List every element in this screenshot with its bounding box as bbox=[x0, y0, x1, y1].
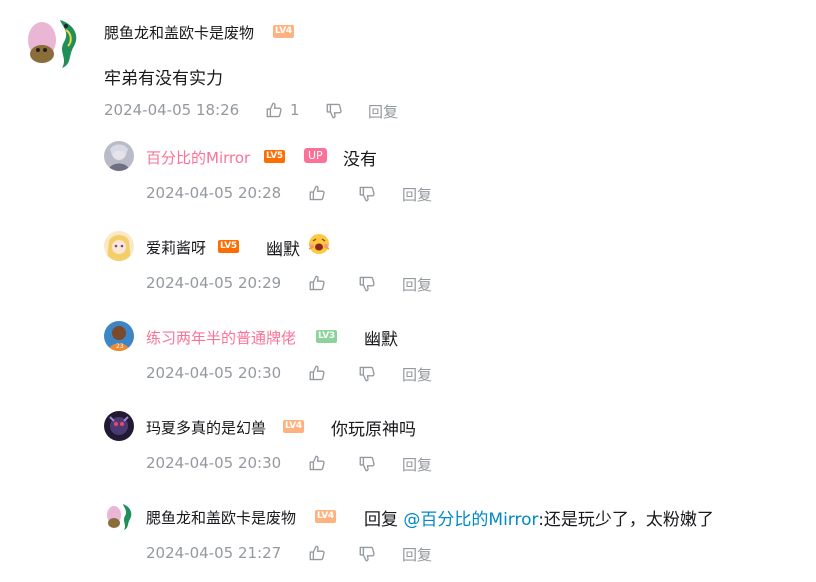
timestamp: 2024-04-05 20:29 bbox=[146, 274, 282, 292]
comment-text: 你玩原神吗 bbox=[331, 420, 416, 440]
level-badge: LV4 bbox=[273, 25, 294, 38]
username[interactable]: 百分比的Mirror bbox=[146, 147, 250, 168]
svg-text:23: 23 bbox=[116, 343, 124, 350]
level-badge: LV3 bbox=[316, 330, 337, 343]
timestamp: 2024-04-05 20:30 bbox=[146, 364, 282, 382]
reply-prefix: 回复 bbox=[364, 510, 398, 530]
comment-text: 没有 bbox=[343, 150, 377, 170]
reply-button[interactable]: 回复 bbox=[402, 274, 432, 295]
reply-button[interactable]: 回复 bbox=[402, 454, 432, 475]
thumbs-up-icon[interactable] bbox=[308, 364, 326, 382]
reply-button[interactable]: 回复 bbox=[402, 184, 432, 205]
avatar[interactable] bbox=[104, 501, 134, 531]
timestamp: 2024-04-05 18:26 bbox=[104, 101, 240, 119]
avatar[interactable] bbox=[22, 14, 84, 70]
level-badge: LV4 bbox=[283, 420, 304, 433]
username[interactable]: 练习两年半的普通牌佬 bbox=[146, 327, 296, 348]
thumbs-up-icon[interactable] bbox=[308, 544, 326, 562]
thumbs-up-icon[interactable] bbox=[308, 184, 326, 202]
thumbs-down-icon[interactable] bbox=[358, 545, 376, 563]
thumbs-down-icon[interactable] bbox=[358, 365, 376, 383]
level-badge: LV5 bbox=[218, 240, 239, 253]
reply-body: :还是玩少了，太粉嫩了 bbox=[538, 510, 714, 530]
comment-text: 牢弟有没有实力 bbox=[104, 69, 223, 89]
up-badge: UP bbox=[304, 148, 327, 163]
comment-text: 回复 @百分比的Mirror:还是玩少了，太粉嫩了 bbox=[364, 505, 714, 530]
reply-button[interactable]: 回复 bbox=[402, 364, 432, 385]
username[interactable]: 玛夏多真的是幻兽 bbox=[146, 417, 266, 438]
timestamp: 2024-04-05 20:28 bbox=[146, 184, 282, 202]
thumbs-down-icon[interactable] bbox=[358, 185, 376, 203]
username[interactable]: 腮鱼龙和盖欧卡是废物 bbox=[104, 22, 254, 43]
thumbs-up-icon[interactable] bbox=[265, 101, 283, 119]
avatar[interactable] bbox=[104, 231, 134, 261]
reply-button[interactable]: 回复 bbox=[368, 101, 398, 122]
like-count: 1 bbox=[290, 101, 300, 119]
thumbs-down-icon[interactable] bbox=[358, 275, 376, 293]
laughing-emoji-icon bbox=[308, 233, 330, 255]
level-badge: LV4 bbox=[315, 510, 336, 523]
avatar[interactable]: 23 bbox=[104, 321, 134, 351]
reply-button[interactable]: 回复 bbox=[402, 544, 432, 565]
thumbs-down-icon[interactable] bbox=[325, 102, 343, 120]
timestamp: 2024-04-05 21:27 bbox=[146, 544, 282, 562]
level-badge: LV5 bbox=[264, 150, 285, 163]
comment-text: 幽默 bbox=[266, 240, 300, 260]
thumbs-up-icon[interactable] bbox=[308, 454, 326, 472]
username[interactable]: 爱莉酱呀 bbox=[146, 237, 206, 258]
thumbs-up-icon[interactable] bbox=[308, 274, 326, 292]
comment-text: 幽默 bbox=[364, 330, 398, 350]
thumbs-down-icon[interactable] bbox=[358, 455, 376, 473]
avatar[interactable] bbox=[104, 141, 134, 171]
avatar[interactable] bbox=[104, 411, 134, 441]
username[interactable]: 腮鱼龙和盖欧卡是废物 bbox=[146, 507, 296, 528]
timestamp: 2024-04-05 20:30 bbox=[146, 454, 282, 472]
mention-link[interactable]: @百分比的Mirror bbox=[403, 510, 538, 530]
